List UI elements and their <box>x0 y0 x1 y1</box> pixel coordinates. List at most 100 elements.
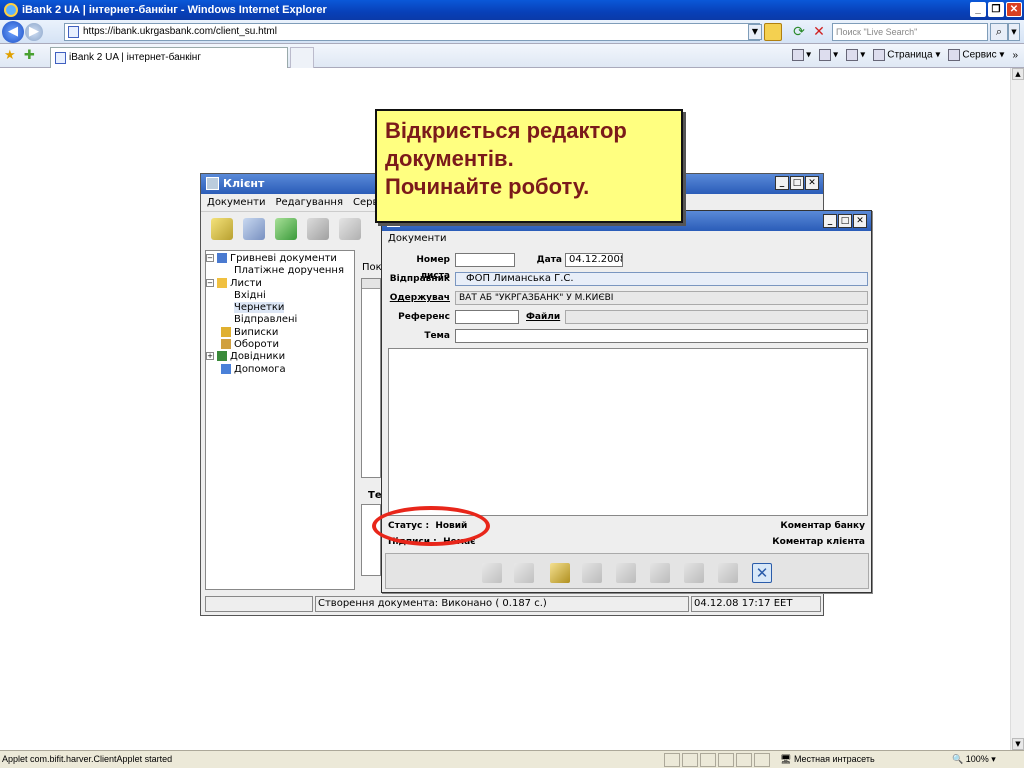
refresh-icon[interactable]: ⟳ <box>790 23 808 41</box>
sign-icon[interactable] <box>582 563 602 583</box>
copy-icon[interactable] <box>650 563 670 583</box>
menu-documents[interactable]: Документи <box>207 194 265 211</box>
tree-item-hryvnia-documents[interactable]: − Гривневі документи <box>206 253 354 265</box>
client-minimize-button[interactable]: _ <box>775 176 789 190</box>
search-input[interactable]: Поиск "Live Search" <box>832 23 988 41</box>
files-link[interactable]: Файли <box>526 309 560 325</box>
feeds-icon[interactable]: ▾ <box>819 49 838 61</box>
home-icon[interactable]: ▾ <box>792 49 811 61</box>
browser-title: iBank 2 UA | інтернет-банкінг - Windows … <box>22 4 327 16</box>
bank-comment-label[interactable]: Коментар банку <box>780 521 865 531</box>
open-document-icon[interactable] <box>243 218 265 240</box>
callout-line-3: Починайте роботу. <box>385 174 590 199</box>
files-field <box>565 310 868 324</box>
favorites-star-icon[interactable]: ★ <box>4 48 16 63</box>
new-document-icon[interactable] <box>211 218 233 240</box>
back-button[interactable]: ◀ <box>2 20 24 43</box>
tree-item-inbox[interactable]: Вхідні <box>206 290 354 302</box>
reference-input[interactable] <box>455 310 519 324</box>
sheet-number-input[interactable] <box>455 253 515 267</box>
editor-minimize-button[interactable]: _ <box>823 214 837 228</box>
tab-bar: ★ ✚ iBank 2 UA | інтернет-банкінг ▾ ▾ ▾ … <box>0 44 1024 68</box>
instruction-callout: Відкриється редактор документів. Починай… <box>375 109 683 223</box>
zoom-level[interactable]: 🔍 100% ▾ <box>952 751 996 768</box>
editor-maximize-button[interactable]: □ <box>838 214 852 228</box>
tree-item-payment-order[interactable]: Платіжне доручення <box>206 265 354 277</box>
url-input[interactable]: https://ibank.ukrgasbank.com/client_su.h… <box>64 23 760 41</box>
help-icon <box>221 363 231 374</box>
page-icon <box>55 52 66 64</box>
url-text: https://ibank.ukrgasbank.com/client_su.h… <box>83 26 277 37</box>
menu-edit[interactable]: Редагування <box>275 194 343 211</box>
document-preview <box>361 504 381 576</box>
gear-icon <box>948 49 961 61</box>
tools-menu[interactable]: Сервис ▾ <box>948 49 1004 61</box>
doc-icon <box>217 253 227 263</box>
print-icon[interactable]: ▾ <box>846 49 865 61</box>
tree-item-help[interactable]: Допомога <box>206 363 354 376</box>
collapse-icon: − <box>206 254 214 262</box>
print-document-icon[interactable] <box>684 563 704 583</box>
stop-icon[interactable]: ✕ <box>810 23 828 41</box>
new-tab-button[interactable] <box>290 47 314 68</box>
message-body-textarea[interactable] <box>388 348 868 516</box>
status-datetime: 04.12.08 17:17 EET <box>691 596 821 612</box>
refresh-list-icon[interactable] <box>275 218 297 240</box>
tree-item-directories[interactable]: + Довідники <box>206 351 354 363</box>
tree-item-letters[interactable]: − Листи <box>206 277 354 290</box>
editor-menu-documents[interactable]: Документи <box>382 231 871 247</box>
tree-item-statements[interactable]: Виписки <box>206 326 354 339</box>
browser-status-bar: Applet com.bifit.harver.ClientApplet sta… <box>0 750 1024 768</box>
sign-document-icon[interactable] <box>339 218 361 240</box>
url-dropdown-button[interactable]: ▼ <box>748 24 762 40</box>
scroll-up-icon[interactable]: ▲ <box>1012 68 1024 80</box>
send-icon[interactable] <box>616 563 636 583</box>
page-menu[interactable]: Страница ▾ <box>873 49 940 61</box>
statement-icon <box>221 326 231 337</box>
undo-icon[interactable] <box>482 563 502 583</box>
search-dropdown-button[interactable]: ▼ <box>1008 23 1020 41</box>
recipient-label[interactable]: Одержувач <box>388 290 450 306</box>
client-title: Клієнт <box>223 177 265 190</box>
client-status-bar: Створення документа: Виконано ( 0.187 с.… <box>205 596 821 612</box>
tree-item-sent[interactable]: Відправлені <box>206 314 354 326</box>
forward-button[interactable]: ▶ <box>25 22 43 41</box>
scroll-down-icon[interactable]: ▼ <box>1012 738 1024 750</box>
tab-ibank[interactable]: iBank 2 UA | інтернет-банкінг <box>50 47 288 68</box>
add-favorites-icon[interactable]: ✚ <box>24 48 35 63</box>
minimize-button[interactable]: _ <box>970 2 986 17</box>
close-button[interactable]: ✕ <box>1006 2 1022 17</box>
search-icon[interactable]: ⌕ <box>990 23 1008 41</box>
subject-input[interactable] <box>455 329 868 343</box>
editor-close-button[interactable]: ✕ <box>853 214 867 228</box>
document-list[interactable] <box>361 278 381 478</box>
delete-document-icon[interactable] <box>307 218 329 240</box>
recipient-field: ВАТ АБ "УКРГАЗБАНК" У М.КИЄВІ <box>455 291 868 305</box>
client-comment-label[interactable]: Коментар клієнта <box>772 537 865 547</box>
redo-icon[interactable] <box>514 563 534 583</box>
security-zone: 🖥 Местная интрасеть <box>780 754 875 764</box>
restore-button[interactable]: ❐ <box>988 2 1004 17</box>
delete-icon[interactable] <box>718 563 738 583</box>
lock-icon[interactable] <box>764 23 782 41</box>
sender-field[interactable]: ФОП Лиманська Г.С. <box>455 272 868 286</box>
sender-label: Відправник <box>389 274 450 284</box>
client-close-button[interactable]: ✕ <box>805 176 819 190</box>
date-label: Дата <box>536 255 562 265</box>
save-document-icon[interactable] <box>550 563 570 583</box>
callout-line-1: Відкриється редактор <box>385 118 627 143</box>
tab-label: iBank 2 UA | інтернет-банкінг <box>69 52 201 63</box>
java-app-icon <box>206 177 219 190</box>
date-input[interactable]: 04.12.2008 <box>565 253 623 267</box>
vertical-scrollbar[interactable]: ▲ ▼ <box>1010 68 1024 750</box>
expand-icon: + <box>206 352 214 361</box>
client-maximize-button[interactable]: □ <box>790 176 804 190</box>
close-editor-icon[interactable]: ✕ <box>752 563 772 583</box>
list-filter-label: Пок <box>362 262 382 273</box>
tree-item-turnovers[interactable]: Обороти <box>206 339 354 351</box>
editor-toolbar: ✕ <box>385 553 869 589</box>
status-cell-left <box>205 596 313 612</box>
tree-item-drafts[interactable]: Чернетки <box>206 302 354 314</box>
subject-label: Те <box>368 490 382 501</box>
more-chevron-icon[interactable]: » <box>1012 50 1018 61</box>
